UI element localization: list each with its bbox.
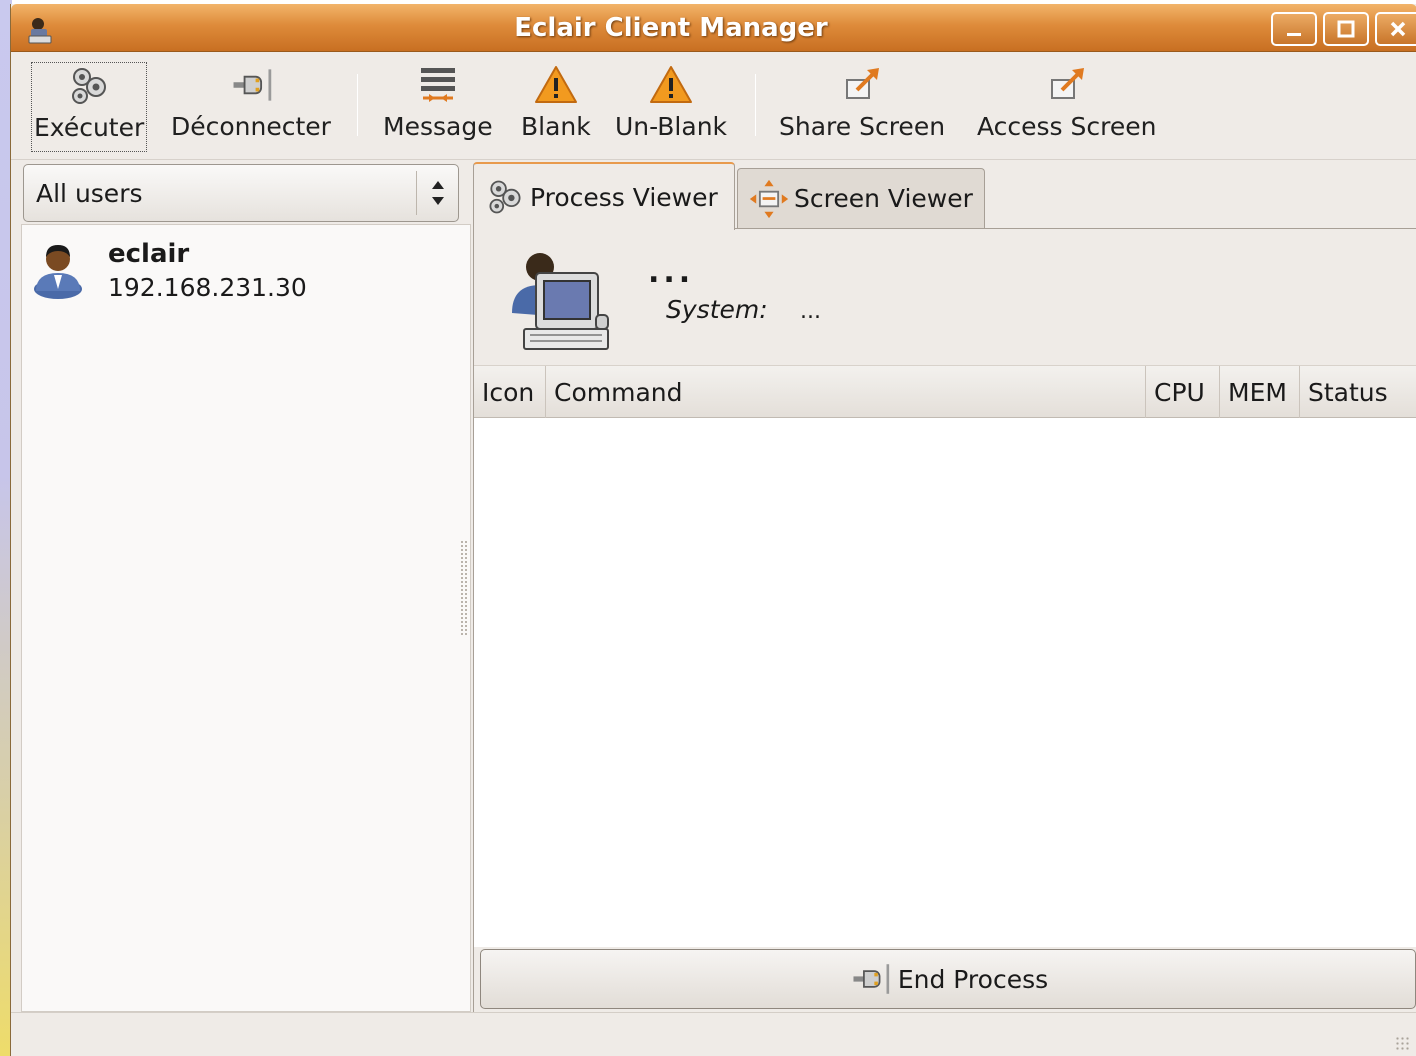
column-header-cpu[interactable]: CPU	[1146, 366, 1220, 418]
message-label: Message	[383, 112, 493, 141]
disconnect-label: Déconnecter	[171, 112, 331, 141]
list-item[interactable]: eclair 192.168.231.30	[32, 235, 452, 305]
title-bar[interactable]: Eclair Client Manager	[11, 4, 1416, 52]
toolbar: Exécuter Déconnecter Message Blank Un-Bl…	[11, 52, 1416, 160]
end-process-button[interactable]: End Process	[480, 949, 1416, 1009]
message-button[interactable]: Message	[383, 62, 493, 152]
close-button[interactable]	[1375, 12, 1416, 46]
toolbar-separator	[357, 74, 358, 136]
blank-button[interactable]: Blank	[521, 62, 591, 152]
message-icon	[420, 68, 455, 102]
pane-resize-handle[interactable]	[460, 540, 468, 636]
client-computer-icon	[512, 253, 609, 350]
toolbar-separator	[755, 74, 756, 136]
minimize-button[interactable]	[1271, 12, 1317, 46]
system-value: ...	[800, 299, 821, 324]
user-ip: 192.168.231.30	[108, 273, 307, 302]
client-hostname: ...	[648, 255, 695, 290]
close-icon	[1390, 21, 1406, 37]
share-screen-label: Share Screen	[779, 112, 946, 141]
user-filter-value: All users	[36, 179, 143, 208]
tab-process-viewer[interactable]: Process Viewer	[473, 162, 735, 230]
user-name: eclair	[108, 239, 190, 269]
access-screen-label: Access Screen	[977, 112, 1157, 141]
maximize-icon	[1337, 20, 1355, 38]
user-avatar-icon	[34, 245, 82, 299]
tab-screen-viewer[interactable]: Screen Viewer	[737, 168, 985, 228]
execute-label: Exécuter	[34, 113, 145, 142]
screen-move-icon	[749, 179, 789, 218]
access-screen-icon	[1050, 68, 1084, 99]
status-bar	[11, 1012, 1416, 1056]
dropdown-divider	[416, 171, 417, 215]
process-viewer-panel: ... System: ... Icon Command CPU MEM Sta…	[473, 228, 1416, 1014]
user-filter-dropdown[interactable]: All users	[23, 164, 459, 222]
end-process-label: End Process	[897, 964, 1049, 994]
tab-bar: Process Viewer Screen Viewer	[473, 162, 1416, 230]
share-screen-icon	[846, 68, 880, 99]
plug-icon	[853, 964, 889, 994]
column-header-icon[interactable]: Icon	[474, 366, 546, 418]
plug-icon	[233, 69, 272, 101]
gears-icon	[489, 180, 521, 214]
resize-grip[interactable]	[1395, 1036, 1411, 1052]
window-title: Eclair Client Manager	[514, 13, 828, 43]
share-screen-button[interactable]: Share Screen	[779, 62, 945, 152]
warning-icon	[534, 66, 577, 103]
user-list: eclair 192.168.231.30	[21, 224, 471, 1012]
up-down-arrows-icon	[432, 181, 444, 205]
warning-icon	[650, 66, 692, 103]
blank-label: Blank	[521, 112, 591, 141]
tab-label: Screen Viewer	[794, 184, 973, 213]
minimize-icon	[1287, 33, 1301, 36]
tab-label: Process Viewer	[530, 182, 718, 212]
execute-button[interactable]: Exécuter	[31, 62, 148, 152]
unblank-label: Un-Blank	[615, 112, 728, 141]
column-header-mem[interactable]: MEM	[1220, 366, 1300, 418]
disconnect-button[interactable]: Déconnecter	[171, 62, 331, 152]
column-header-status[interactable]: Status	[1300, 366, 1416, 418]
table-header: Icon Command CPU MEM Status	[474, 366, 1416, 418]
client-info: ... System: ...	[474, 229, 1416, 365]
unblank-button[interactable]: Un-Blank	[615, 62, 727, 152]
column-header-command[interactable]: Command	[546, 366, 1146, 418]
maximize-button[interactable]	[1323, 12, 1369, 46]
access-screen-button[interactable]: Access Screen	[977, 62, 1156, 152]
system-label: System:	[666, 295, 768, 324]
gears-icon	[72, 68, 107, 104]
process-table[interactable]: Icon Command CPU MEM Status	[474, 365, 1416, 947]
app-window: Eclair Client Manager Exécuter Déconnect…	[10, 4, 1416, 1056]
